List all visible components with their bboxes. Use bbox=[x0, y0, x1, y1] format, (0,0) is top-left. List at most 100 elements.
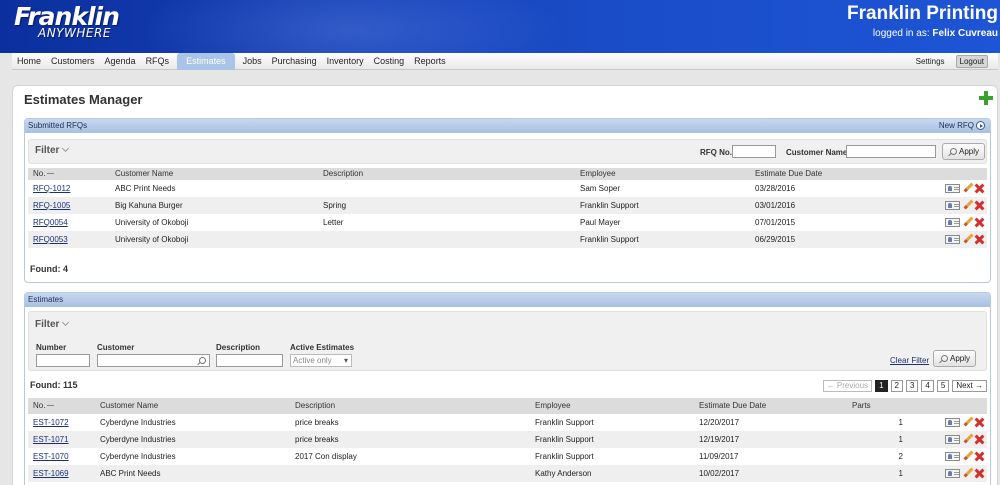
edit-pencil-icon[interactable] bbox=[963, 234, 973, 244]
parts-count: 1 bbox=[898, 469, 903, 478]
delete-icon[interactable] bbox=[975, 235, 984, 244]
col-description-header[interactable]: Description bbox=[295, 401, 335, 410]
view-card-icon[interactable] bbox=[945, 234, 960, 244]
page-4-button[interactable]: 4 bbox=[921, 380, 934, 392]
col-description-header[interactable]: Description bbox=[323, 169, 363, 178]
parts-count: 1 bbox=[898, 418, 903, 427]
view-card-icon[interactable] bbox=[945, 183, 960, 193]
nav-item-agenda[interactable]: Agenda bbox=[100, 53, 141, 70]
rfq-number: RFQ0054 bbox=[33, 218, 68, 227]
delete-icon[interactable] bbox=[975, 184, 984, 193]
table-row[interactable]: RFQ0054 University of Okoboji Letter Paul M… bbox=[28, 214, 987, 231]
view-card-icon[interactable] bbox=[945, 468, 960, 478]
col-no-header[interactable]: No. bbox=[33, 169, 55, 178]
estimate-number-link[interactable]: EST-1069 bbox=[33, 469, 69, 478]
view-card-icon[interactable] bbox=[945, 451, 960, 461]
nav-item-costing[interactable]: Costing bbox=[369, 53, 410, 70]
search-icon bbox=[948, 147, 957, 156]
settings-link[interactable]: Settings bbox=[916, 55, 945, 68]
edit-pencil-icon[interactable] bbox=[963, 451, 973, 461]
nav-item-rfqs[interactable]: RFQs bbox=[141, 53, 175, 70]
col-customer-header[interactable]: Customer Name bbox=[100, 401, 158, 410]
row-actions bbox=[945, 217, 984, 227]
edit-pencil-icon[interactable] bbox=[963, 417, 973, 427]
table-row[interactable]: EST-1069 ABC Print Needs Kathy Anderson 10/… bbox=[28, 465, 987, 482]
customer-name-label: Customer Name bbox=[786, 148, 848, 157]
description-input[interactable] bbox=[216, 354, 283, 367]
col-due-date-header[interactable]: Estimate Due Date bbox=[699, 401, 766, 410]
estimate-number: EST-1072 bbox=[33, 418, 69, 427]
delete-icon[interactable] bbox=[975, 218, 984, 227]
col-due-date-header[interactable]: Estimate Due Date bbox=[755, 169, 822, 178]
col-customer-header[interactable]: Customer Name bbox=[115, 169, 173, 178]
row-actions bbox=[945, 451, 984, 461]
nav-item-inventory[interactable]: Inventory bbox=[322, 53, 369, 70]
table-row[interactable]: EST-1072 Cyberdyne Industries price breaks… bbox=[28, 414, 987, 431]
franklin-logo[interactable]: Franklin ANYWHERE bbox=[14, 4, 120, 41]
page-1-button[interactable]: 1 bbox=[875, 380, 888, 392]
col-employee-header[interactable]: Employee bbox=[580, 169, 616, 178]
rfq-number-link[interactable]: RFQ0053 bbox=[33, 235, 68, 244]
number-input[interactable] bbox=[36, 354, 90, 367]
description: 2017 Con display bbox=[295, 452, 357, 461]
add-estimate-icon[interactable] bbox=[979, 91, 993, 105]
rfq-apply-button[interactable]: Apply bbox=[942, 143, 986, 160]
nav-item-jobs[interactable]: Jobs bbox=[238, 53, 267, 70]
nav-item-estimates[interactable]: Estimates bbox=[177, 53, 235, 70]
rfqs-panel-header: Submitted RFQs New RFQ bbox=[25, 119, 990, 133]
new-rfq-label: New RFQ bbox=[938, 121, 974, 130]
row-actions bbox=[945, 434, 984, 444]
edit-pencil-icon[interactable] bbox=[963, 217, 973, 227]
rfq-number-link[interactable]: RFQ0054 bbox=[33, 218, 68, 227]
rfq-number-link[interactable]: RFQ-1012 bbox=[33, 184, 70, 193]
nav-item-purchasing[interactable]: Purchasing bbox=[267, 53, 322, 70]
view-card-icon[interactable] bbox=[945, 200, 960, 210]
customer-name-input[interactable] bbox=[846, 145, 936, 158]
nav-item-home[interactable]: Home bbox=[12, 53, 46, 70]
view-card-icon[interactable] bbox=[945, 434, 960, 444]
table-row[interactable]: EST-1071 Cyberdyne Industries price breaks… bbox=[28, 431, 987, 448]
rfq-filter-toggle[interactable]: Filter bbox=[35, 144, 70, 156]
nav-item-customers[interactable]: Customers bbox=[46, 53, 100, 70]
logged-in-prefix: logged in as: bbox=[872, 28, 933, 39]
clear-filter-link[interactable]: Clear Filter bbox=[890, 356, 929, 365]
new-rfq-link[interactable]: New RFQ bbox=[939, 121, 985, 130]
edit-pencil-icon[interactable] bbox=[963, 468, 973, 478]
table-row[interactable]: RFQ-1005 Big Kahuna Burger Spring Franklin … bbox=[28, 197, 987, 214]
delete-icon[interactable] bbox=[975, 201, 984, 210]
estimate-number-link[interactable]: EST-1070 bbox=[33, 452, 69, 461]
table-row[interactable]: EST-1070 Cyberdyne Industries 2017 Con dis… bbox=[28, 448, 987, 465]
view-card-icon[interactable] bbox=[945, 217, 960, 227]
estimates-apply-button[interactable]: Apply bbox=[933, 350, 977, 367]
page-5-button[interactable]: 5 bbox=[936, 380, 950, 392]
customer-input[interactable] bbox=[97, 354, 210, 367]
col-parts-header[interactable]: Parts bbox=[852, 401, 871, 410]
page-2-button[interactable]: 2 bbox=[890, 380, 903, 392]
next-page-button[interactable]: Next → bbox=[952, 380, 987, 392]
nav-item-reports[interactable]: Reports bbox=[409, 53, 451, 70]
col-employee-header[interactable]: Employee bbox=[535, 401, 571, 410]
col-no-header[interactable]: No. bbox=[33, 401, 55, 410]
active-estimates-select[interactable]: Active only bbox=[290, 354, 352, 367]
view-card-icon[interactable] bbox=[945, 417, 960, 427]
rfq-number-link[interactable]: RFQ-1005 bbox=[33, 201, 70, 210]
rfq-no-input[interactable] bbox=[732, 145, 776, 158]
edit-pencil-icon[interactable] bbox=[963, 434, 973, 444]
edit-pencil-icon[interactable] bbox=[963, 200, 973, 210]
submitted-rfqs-panel: Submitted RFQs New RFQ Filter RFQ No. Cu… bbox=[24, 118, 991, 283]
estimates-apply-label: Apply bbox=[950, 354, 971, 363]
estimate-number-link[interactable]: EST-1071 bbox=[33, 435, 69, 444]
estimates-filter-toggle[interactable]: Filter bbox=[35, 318, 70, 330]
table-row[interactable]: RFQ-1012 ABC Print Needs Sam Soper 03/28/20… bbox=[28, 180, 987, 197]
table-row[interactable]: RFQ0053 University of Okoboji Franklin Sup… bbox=[28, 231, 987, 248]
page-3-button[interactable]: 3 bbox=[905, 380, 919, 392]
delete-icon[interactable] bbox=[975, 452, 984, 461]
delete-icon[interactable] bbox=[975, 469, 984, 478]
due-date: 03/28/2016 bbox=[755, 184, 796, 193]
delete-icon[interactable] bbox=[975, 435, 984, 444]
estimates-panel-title: Estimates bbox=[28, 295, 64, 304]
estimate-number-link[interactable]: EST-1072 bbox=[33, 418, 69, 427]
delete-icon[interactable] bbox=[975, 418, 984, 427]
logout-button[interactable]: Logout bbox=[955, 55, 988, 68]
edit-pencil-icon[interactable] bbox=[963, 183, 973, 193]
